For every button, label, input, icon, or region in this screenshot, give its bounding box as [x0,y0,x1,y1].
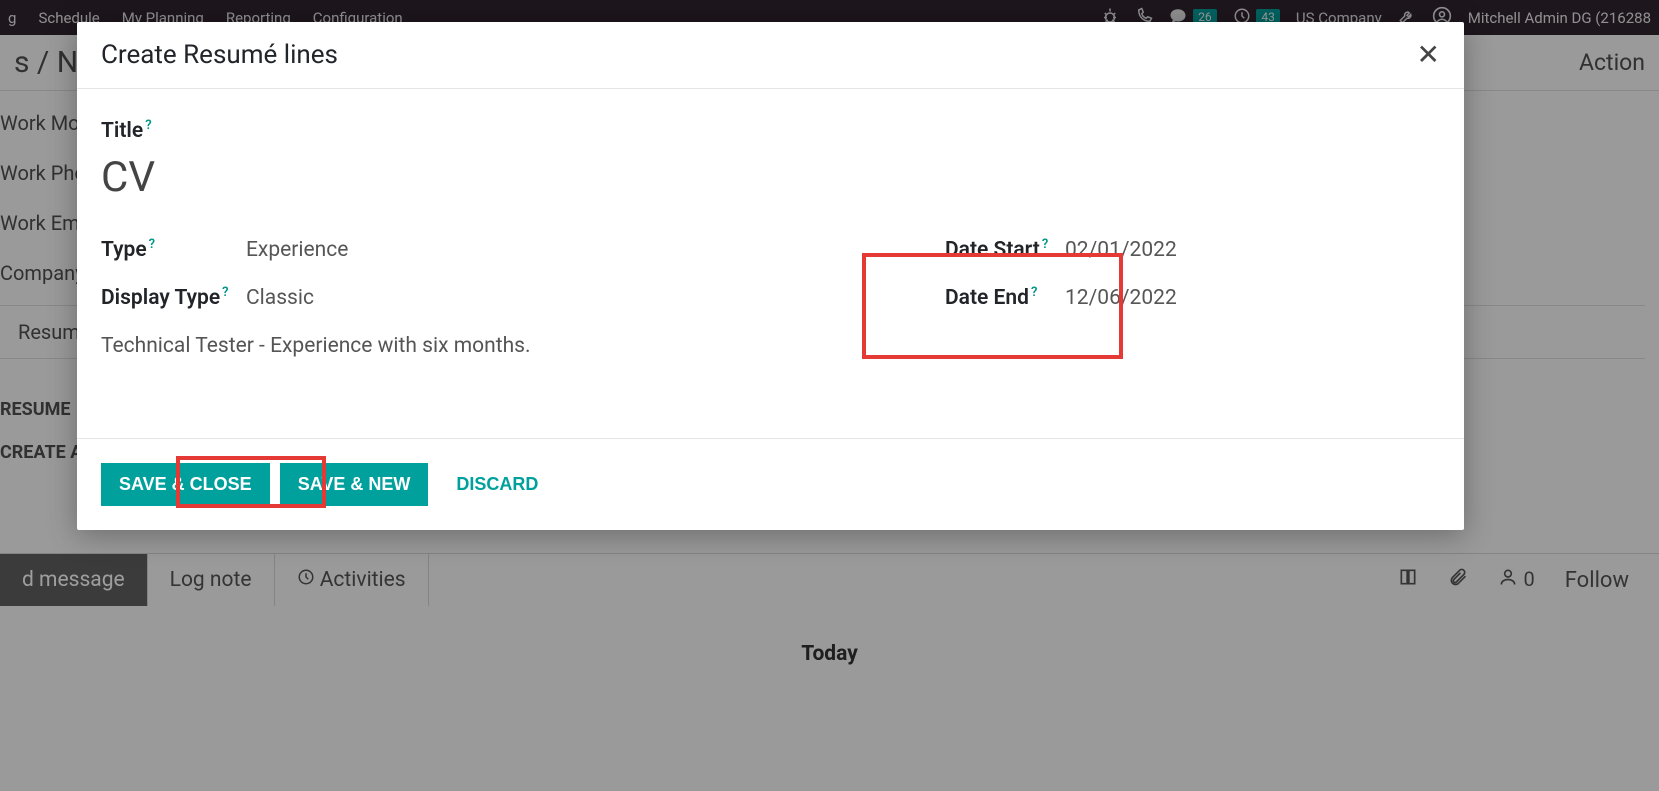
save-new-button[interactable]: SAVE & NEW [280,463,429,506]
create-resume-lines-dialog: Create Resumé lines ✕ Title? CV Type? Ex… [77,22,1464,530]
value-title[interactable]: CV [101,143,1440,202]
help-icon[interactable]: ? [1031,285,1037,300]
save-close-button[interactable]: SAVE & CLOSE [101,463,270,506]
value-date-start[interactable]: 02/01/2022 [1065,238,1177,262]
help-icon[interactable]: ? [1042,237,1048,252]
label-display-type: Display Type? [101,286,246,310]
help-icon[interactable]: ? [149,237,155,252]
modal-header: Create Resumé lines ✕ [77,22,1464,89]
help-icon[interactable]: ? [222,285,228,300]
value-date-end[interactable]: 12/06/2022 [1065,286,1177,310]
label-type: Type? [101,238,246,262]
modal-footer: SAVE & CLOSE SAVE & NEW DISCARD [77,438,1464,530]
value-display-type[interactable]: Classic [246,286,314,310]
label-date-start: Date Start? [945,238,1065,262]
value-description[interactable]: Technical Tester - Experience with six m… [101,334,596,358]
close-icon[interactable]: ✕ [1417,41,1440,69]
help-icon[interactable]: ? [145,118,151,133]
modal-title: Create Resumé lines [101,40,338,70]
modal-body: Title? CV Type? Experience Display Type?… [77,89,1464,438]
label-title: Title? [101,119,1440,143]
value-type[interactable]: Experience [246,238,348,262]
discard-button[interactable]: DISCARD [438,463,556,506]
label-date-end: Date End? [945,286,1065,310]
